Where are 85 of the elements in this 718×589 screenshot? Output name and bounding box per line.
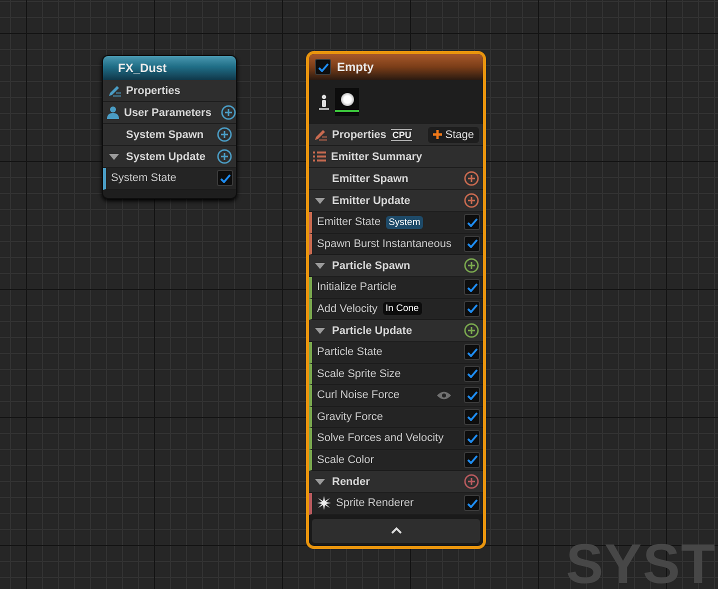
module-label: System State (111, 172, 176, 184)
module-label: Add Velocity (317, 302, 378, 315)
section-label[interactable]: Particle Spawn (332, 260, 410, 272)
module-row[interactable]: Emitter State System (309, 212, 483, 234)
module-label: Particle State (317, 346, 382, 358)
sprite-icon (317, 496, 331, 510)
checkbox[interactable] (464, 495, 480, 512)
pencil-icon (107, 84, 121, 98)
checkbox[interactable] (464, 236, 480, 252)
checkbox[interactable] (315, 59, 331, 75)
module-row[interactable]: Solve Forces and Velocity (309, 428, 483, 450)
section-row[interactable]: System Spawn (103, 124, 236, 146)
stage-button[interactable]: Stage (428, 126, 479, 142)
section-row[interactable]: Render (309, 471, 483, 493)
expand-arrow-icon[interactable] (315, 262, 325, 268)
user-icon (107, 106, 119, 119)
module-label: Scale Color (317, 454, 374, 466)
module-label: Spawn Burst Instantaneous (317, 238, 452, 250)
module-tag: In Cone (382, 302, 422, 316)
checkbox[interactable] (464, 300, 480, 317)
chevron-up-icon (390, 527, 402, 534)
section-row[interactable]: Emitter Spawn (309, 168, 483, 190)
module-label: Solve Forces and Velocity (317, 432, 444, 444)
section-row[interactable]: Emitter Update (309, 190, 483, 212)
module-row[interactable]: Particle State (309, 342, 483, 364)
module-label: Initialize Particle (317, 281, 396, 294)
expand-arrow-icon[interactable] (315, 478, 325, 484)
node-title: Empty (337, 60, 374, 74)
module-row[interactable]: Curl Noise Force (309, 385, 483, 406)
figure-icon (319, 94, 329, 110)
checkbox[interactable] (464, 366, 480, 382)
module-row[interactable]: Spawn Burst Instantaneous (309, 234, 483, 255)
expand-arrow-icon[interactable] (109, 154, 119, 160)
plus-icon (433, 130, 442, 139)
module-label: Sprite Renderer (336, 497, 414, 510)
properties-label[interactable]: Properties (332, 128, 386, 140)
module-label: Scale Sprite Size (317, 368, 401, 380)
add-button[interactable] (464, 474, 479, 489)
expand-arrow-icon[interactable] (315, 328, 325, 334)
checkbox[interactable] (464, 279, 480, 296)
checkbox[interactable] (464, 214, 480, 230)
module-row[interactable]: Gravity Force (309, 406, 483, 428)
module-row[interactable]: Sprite Renderer (309, 493, 483, 514)
section-row[interactable]: Particle Spawn (309, 255, 483, 277)
emitter-node[interactable] (306, 51, 486, 548)
eye-icon[interactable] (437, 390, 451, 400)
module-label: Gravity Force (317, 410, 384, 423)
module-row[interactable]: Scale Sprite Size (309, 364, 483, 385)
module-label: Emitter State (317, 216, 381, 228)
pencil-icon (313, 128, 327, 142)
checkbox[interactable] (464, 452, 480, 468)
section-label[interactable]: Emitter Spawn (332, 172, 408, 184)
add-button[interactable] (464, 171, 479, 186)
checkbox[interactable] (217, 170, 233, 186)
section-row[interactable]: System Update (103, 146, 236, 168)
module-row[interactable]: Initialize Particle (309, 277, 483, 298)
expand-arrow-icon[interactable] (315, 198, 325, 204)
section-label[interactable]: System Spawn (126, 128, 204, 140)
checkbox[interactable] (464, 430, 480, 446)
section-row[interactable]: Particle Update (309, 320, 483, 342)
checkbox[interactable] (464, 387, 480, 404)
add-button[interactable] (217, 127, 232, 142)
node-title: FX_Dust (118, 61, 167, 75)
add-button[interactable] (464, 193, 479, 208)
add-button[interactable] (217, 149, 232, 164)
list-icon (313, 151, 326, 162)
module-label: Curl Noise Force (317, 389, 400, 402)
add-button[interactable] (464, 258, 479, 273)
section-label[interactable]: System Update (126, 150, 206, 162)
module-row[interactable]: Add Velocity In Cone (309, 298, 483, 320)
add-button[interactable] (221, 105, 236, 120)
section-label[interactable]: Render (332, 476, 370, 488)
section-label[interactable]: Particle Update (332, 324, 412, 336)
checkbox[interactable] (464, 344, 480, 360)
module-row[interactable]: Scale Color (309, 450, 483, 471)
module-tag: System (386, 216, 424, 229)
system-node[interactable]: FX_Dust Properties User Parameters System Spawn System Update System State (102, 55, 237, 198)
module-row[interactable]: System State (103, 168, 236, 190)
section-label[interactable]: Emitter Update (332, 194, 410, 206)
checkbox[interactable] (464, 408, 480, 425)
add-button[interactable] (464, 323, 479, 338)
sprite-thumbnail[interactable] (335, 88, 359, 116)
section-row[interactable]: User Parameters (103, 102, 236, 124)
sim-target-label: CPU (391, 128, 412, 140)
section-label[interactable]: User Parameters (124, 106, 212, 118)
